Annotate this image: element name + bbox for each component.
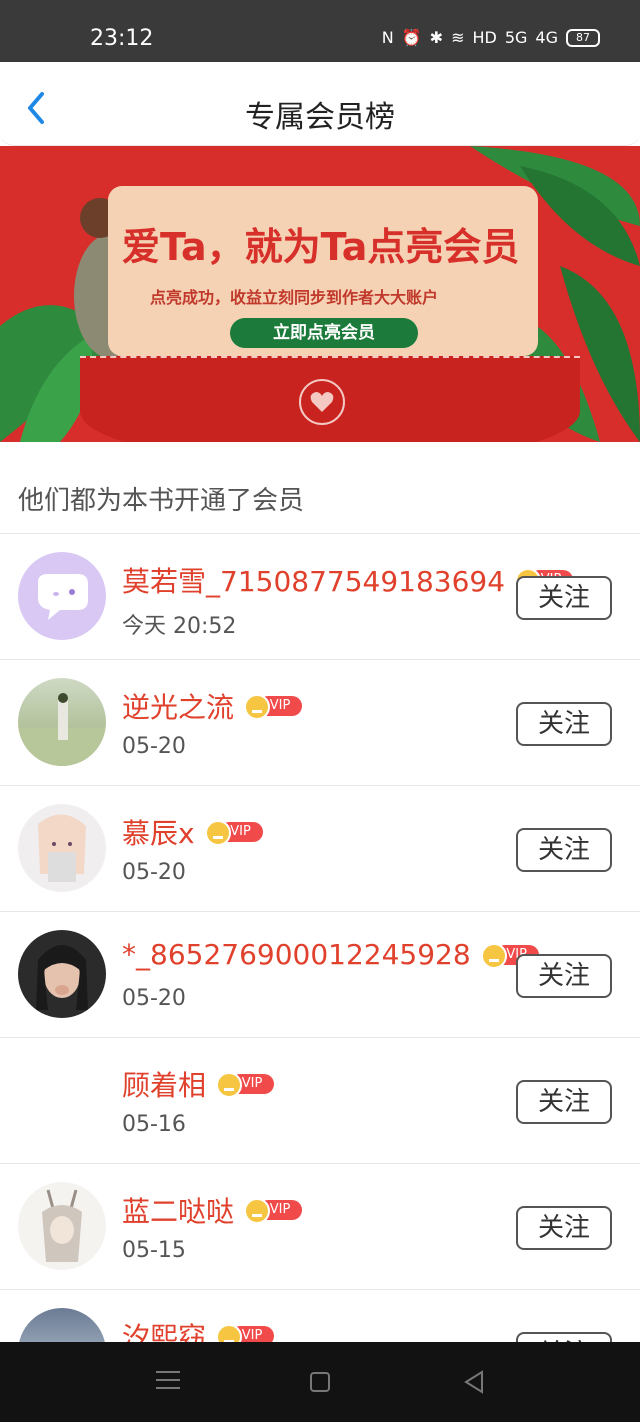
bluetooth-icon: ✱	[429, 28, 444, 47]
member-name[interactable]: 逆光之流	[122, 686, 234, 726]
crown-icon	[480, 942, 507, 969]
follow-button[interactable]: 关注	[516, 576, 612, 620]
crown-icon	[216, 1072, 243, 1098]
member-row[interactable]: 慕辰x VIP 05-20 关注	[0, 786, 640, 912]
follow-button[interactable]: 关注	[516, 1206, 612, 1250]
member-time: 05-20	[122, 860, 186, 885]
vip-badge: VIP	[204, 820, 263, 846]
follow-button[interactable]: 关注	[516, 702, 612, 746]
member-name-line: 慕辰x VIP	[122, 812, 263, 852]
member-row[interactable]: *_865276900012245928 VIP 05-20 关注	[0, 912, 640, 1038]
follow-button[interactable]: 关注	[516, 828, 612, 872]
crown-icon	[204, 820, 231, 846]
member-time: 今天 20:52	[122, 614, 237, 639]
4g-signal-icon: 4G	[535, 28, 558, 47]
member-name[interactable]: 蓝二哒哒	[122, 1190, 234, 1230]
member-name[interactable]: *_865276900012245928	[122, 938, 471, 971]
status-icons: N ⏰ ✱ ≋ HD 5G 4G 87	[382, 28, 600, 47]
page-title: 专属会员榜	[245, 100, 395, 135]
heart-seal-icon	[299, 379, 345, 425]
member-name[interactable]: 慕辰x	[122, 812, 195, 852]
member-list: 莫若雪_7150877549183694 VIP 今天 20:52 关注 逆光之…	[0, 534, 640, 1416]
member-name[interactable]: 顾着相	[122, 1064, 206, 1104]
member-name-line: *_865276900012245928 VIP	[122, 938, 539, 971]
alarm-icon: ⏰	[401, 28, 422, 47]
promo-banner[interactable]: 爱Ta，就为Ta点亮会员 点亮成功，收益立刻同步到作者大大账户 立即点亮会员	[0, 146, 640, 442]
avatar[interactable]	[18, 678, 106, 766]
member-name-line: 莫若雪_7150877549183694 VIP	[122, 560, 574, 600]
top-app-bar: 专属会员榜	[0, 62, 640, 146]
back-triangle-icon[interactable]	[462, 1370, 486, 1394]
home-icon[interactable]	[310, 1372, 330, 1392]
vip-badge: VIP	[244, 694, 303, 720]
vip-badge: VIP	[216, 1072, 275, 1098]
crown-icon	[244, 1198, 271, 1224]
member-row[interactable]: 顾着相 VIP 05-16 关注	[0, 1038, 640, 1164]
avatar[interactable]	[18, 1182, 106, 1270]
hd-icon: HD	[472, 28, 497, 47]
avatar[interactable]	[18, 1056, 106, 1144]
status-bar: 23:12 N ⏰ ✱ ≋ HD 5G 4G 87	[0, 0, 640, 62]
follow-button[interactable]: 关注	[516, 1080, 612, 1124]
member-name-line: 逆光之流 VIP	[122, 686, 303, 726]
member-time: 05-20	[122, 734, 186, 759]
nfc-icon: N	[381, 28, 394, 47]
recent-apps-icon[interactable]	[156, 1370, 180, 1390]
follow-button[interactable]: 关注	[516, 954, 612, 998]
member-name-line: 顾着相 VIP	[122, 1064, 275, 1104]
member-time: 05-15	[122, 1238, 186, 1263]
member-time: 05-20	[122, 986, 186, 1011]
avatar[interactable]	[18, 804, 106, 892]
crown-icon	[244, 694, 271, 720]
member-row[interactable]: 莫若雪_7150877549183694 VIP 今天 20:52 关注	[0, 534, 640, 660]
banner-cta-button[interactable]: 立即点亮会员	[230, 318, 418, 348]
wifi-icon: ≋	[451, 28, 465, 47]
avatar[interactable]	[18, 930, 106, 1018]
avatar[interactable]	[18, 552, 106, 640]
member-row[interactable]: 逆光之流 VIP 05-20 关注	[0, 660, 640, 786]
vip-badge: VIP	[244, 1198, 303, 1224]
section-title: 他们都为本书开通了会员	[18, 486, 305, 516]
banner-subline: 点亮成功，收益立刻同步到作者大大账户	[150, 288, 439, 307]
status-time: 23:12	[90, 26, 154, 51]
banner-headline: 爱Ta，就为Ta点亮会员	[122, 225, 520, 269]
system-navigation-bar	[0, 1342, 640, 1422]
member-name-line: 蓝二哒哒 VIP	[122, 1190, 303, 1230]
5g-signal-icon: 5G	[504, 28, 528, 47]
member-time: 05-16	[122, 1112, 186, 1137]
member-row[interactable]: 蓝二哒哒 VIP 05-15 关注	[0, 1164, 640, 1290]
member-name[interactable]: 莫若雪_7150877549183694	[122, 560, 505, 600]
battery-icon: 87	[566, 28, 600, 47]
